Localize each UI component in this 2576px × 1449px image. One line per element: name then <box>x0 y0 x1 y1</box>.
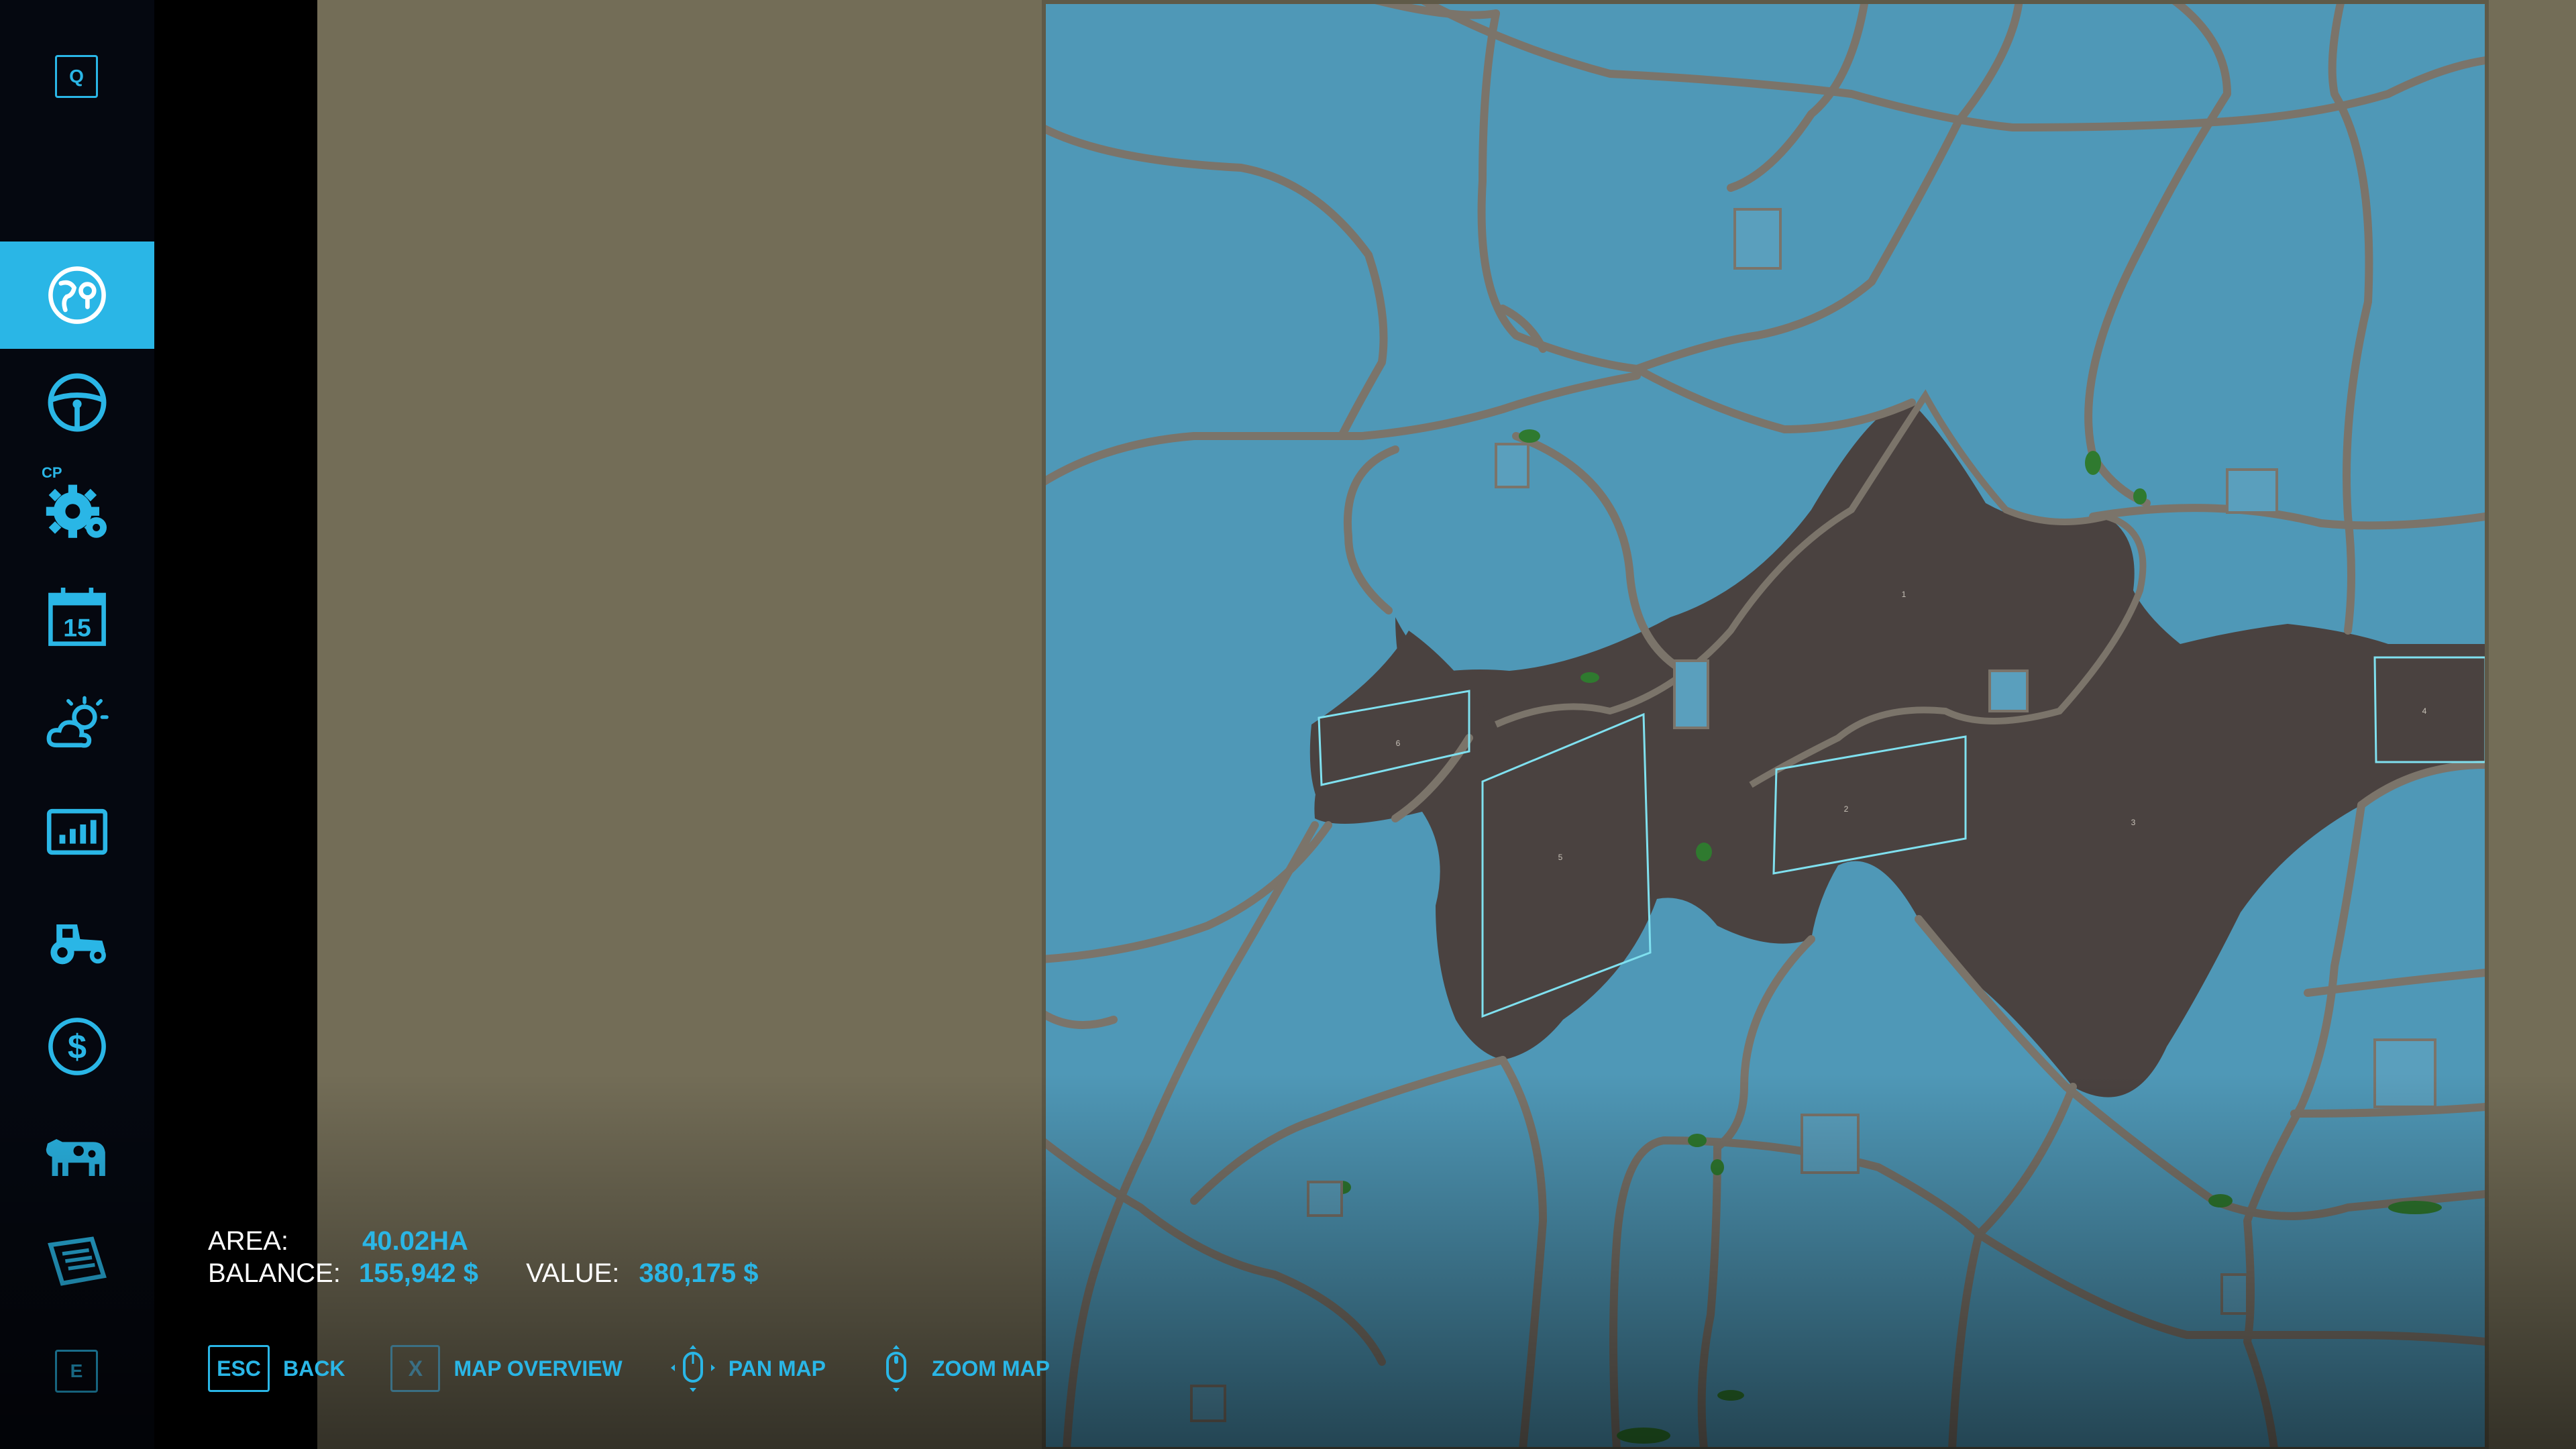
mouse-scroll-icon <box>885 1345 906 1392</box>
nav-finances[interactable]: $ <box>0 993 154 1100</box>
field-number-5: 5 <box>1558 853 1563 862</box>
svg-text:15: 15 <box>63 614 91 642</box>
balance-row: BALANCE: 155,942 $ VALUE: 380,175 $ <box>208 1257 758 1289</box>
mouse-pan-icon <box>670 1345 715 1392</box>
dollar-icon: $ <box>48 1018 106 1075</box>
value-label: VALUE: <box>526 1258 620 1288</box>
area-row: AREA: 40.02HA <box>208 1225 758 1257</box>
zoom-map-control[interactable]: ZOOM MAP <box>871 1344 1050 1393</box>
gear-icon <box>46 484 107 538</box>
nav-garage[interactable] <box>0 885 154 993</box>
book-icon <box>48 1236 107 1286</box>
tractor-icon <box>50 924 106 965</box>
svg-text:$: $ <box>68 1028 87 1066</box>
nav-statistics[interactable] <box>0 778 154 885</box>
nav-calendar[interactable]: 15 <box>0 564 154 671</box>
control-hints: ESC BACK X MAP OVERVIEW PAN MAP ZOOM MAP <box>208 1344 1095 1393</box>
zoom-map-label: ZOOM MAP <box>931 1356 1050 1381</box>
prev-page-key[interactable]: Q <box>55 55 98 98</box>
calendar-icon: 15 <box>48 588 106 646</box>
map-overview-label: MAP OVERVIEW <box>453 1356 623 1381</box>
nav-courseplay-settings[interactable] <box>0 456 154 564</box>
next-page-key[interactable]: E <box>55 1350 98 1393</box>
back-label: BACK <box>283 1356 345 1381</box>
pan-map-label: PAN MAP <box>728 1356 826 1381</box>
island-map[interactable]: 1 2 3 4 5 6 <box>1042 0 2489 1449</box>
x-key: X <box>390 1345 441 1392</box>
map-view[interactable]: 1 2 3 4 5 6 <box>1042 0 2489 1449</box>
back-control[interactable]: ESC BACK <box>208 1345 345 1392</box>
balance-label: BALANCE: <box>208 1258 341 1288</box>
balance-value: 155,942 $ <box>358 1258 478 1288</box>
field-number-4: 4 <box>2422 706 2427 716</box>
nav-animals[interactable] <box>0 1100 154 1208</box>
field-number-2: 2 <box>1844 804 1849 814</box>
cow-icon <box>46 1139 105 1176</box>
field-number-1: 1 <box>1902 590 1907 599</box>
field-number-3: 3 <box>2131 818 2136 827</box>
nav-map[interactable] <box>0 241 154 349</box>
area-label: AREA: <box>208 1226 289 1256</box>
farm-info-panel: AREA: 40.02HA BALANCE: 155,942 $ VALUE: … <box>208 1225 758 1289</box>
steering-wheel-icon <box>48 373 107 432</box>
field-number-6: 6 <box>1396 739 1401 748</box>
pan-map-control[interactable]: PAN MAP <box>668 1344 826 1393</box>
esc-key: ESC <box>208 1345 270 1392</box>
chart-icon <box>46 808 108 855</box>
nav-help[interactable] <box>0 1208 154 1315</box>
map-overview-control[interactable]: X MAP OVERVIEW <box>390 1345 623 1392</box>
nav-vehicles[interactable] <box>0 349 154 456</box>
globe-map-icon <box>48 266 106 324</box>
weather-icon <box>46 696 109 748</box>
sidebar: Q CP 15 $ E <box>0 0 154 1449</box>
nav-weather[interactable] <box>0 671 154 778</box>
area-value: 40.02HA <box>362 1226 468 1256</box>
value-value: 380,175 $ <box>639 1258 759 1288</box>
